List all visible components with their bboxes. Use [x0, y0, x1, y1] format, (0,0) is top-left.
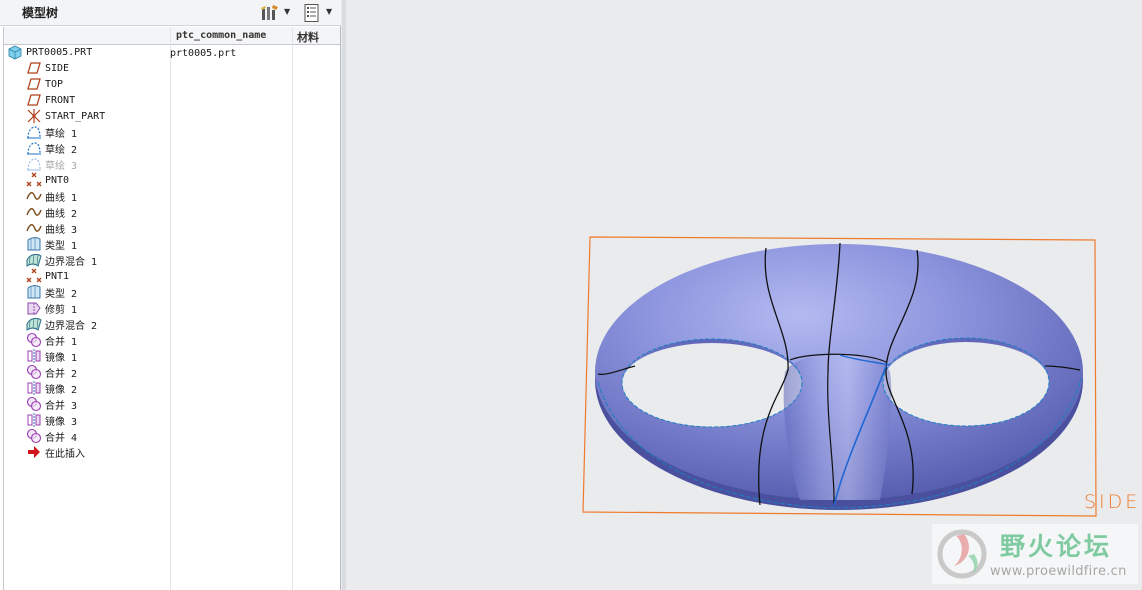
part-model[interactable] — [595, 242, 1083, 510]
model-viewport[interactable] — [0, 0, 1142, 590]
watermark-text: 野火论坛 — [1000, 532, 1113, 561]
watermark-logo-icon — [937, 529, 987, 579]
watermark-url: www.proewildfire.cn — [990, 564, 1127, 579]
datum-plane-label: SIDE — [1084, 491, 1141, 513]
